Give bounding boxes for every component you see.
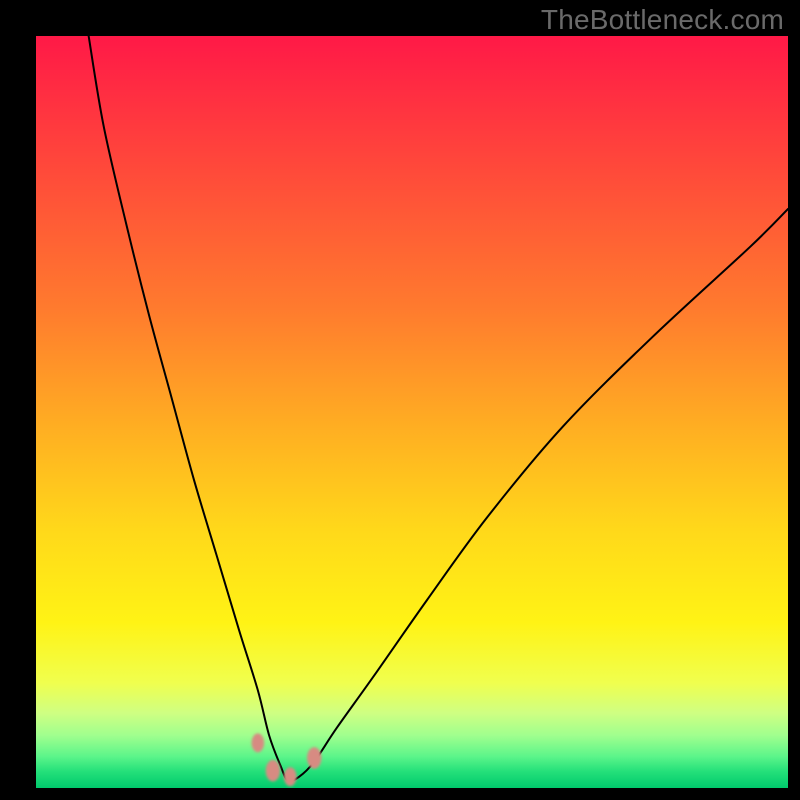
vertex-marker [307,747,321,769]
chart-svg [36,36,788,788]
chart-frame: TheBottleneck.com [0,0,800,800]
vertex-marker [252,733,265,752]
vertex-marker [266,760,280,782]
vertex-marker [284,767,297,786]
gradient-background [36,36,788,788]
watermark: TheBottleneck.com [541,4,784,36]
plot-area [36,36,788,788]
